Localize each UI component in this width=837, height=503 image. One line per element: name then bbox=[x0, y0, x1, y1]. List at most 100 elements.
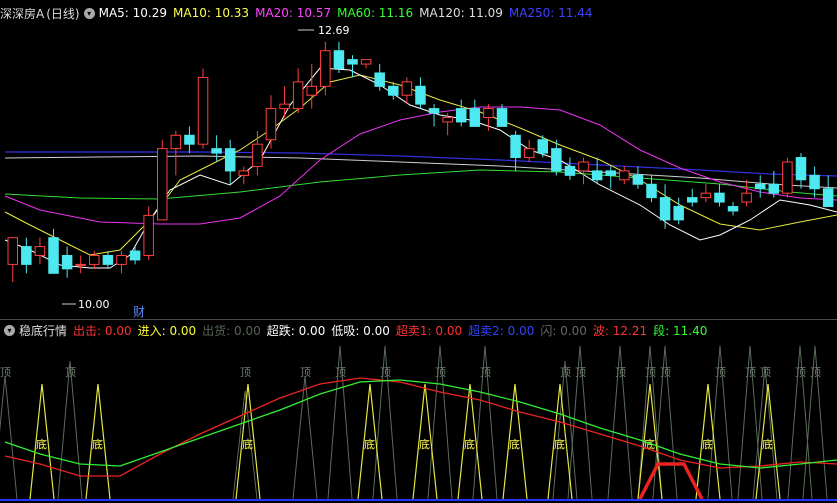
top-label: 顶 bbox=[745, 366, 756, 379]
candle-body[interactable] bbox=[156, 148, 168, 221]
candle-body[interactable] bbox=[360, 59, 372, 65]
candle-body[interactable] bbox=[401, 81, 413, 96]
ma20-line bbox=[4, 106, 837, 225]
candle-body[interactable] bbox=[320, 50, 331, 87]
candle-body[interactable] bbox=[279, 103, 290, 110]
top-label: 顶 bbox=[435, 366, 446, 379]
candle-body[interactable] bbox=[754, 183, 766, 190]
top-label: 顶 bbox=[645, 366, 656, 379]
candle-body[interactable] bbox=[822, 188, 834, 208]
candle-body[interactable] bbox=[659, 197, 671, 221]
candle-body[interactable] bbox=[551, 148, 562, 172]
candle-body[interactable] bbox=[619, 170, 630, 181]
high-price-label: 12.69 bbox=[318, 24, 350, 37]
candle-body[interactable] bbox=[768, 183, 780, 194]
candle-body[interactable] bbox=[537, 139, 549, 154]
ma250-line bbox=[5, 151, 837, 177]
candle-body[interactable] bbox=[496, 108, 508, 127]
candle-body[interactable] bbox=[170, 134, 182, 150]
candle-body[interactable] bbox=[116, 254, 127, 265]
candle-body[interactable] bbox=[687, 197, 698, 203]
candle-body[interactable] bbox=[741, 192, 752, 203]
candle-body[interactable] bbox=[564, 165, 576, 176]
candle-body[interactable] bbox=[415, 85, 426, 105]
candle-body[interactable] bbox=[89, 254, 100, 265]
candle-body[interactable] bbox=[510, 134, 521, 159]
candle-body[interactable] bbox=[347, 59, 358, 65]
candle-body[interactable] bbox=[809, 174, 820, 190]
top-label: 顶 bbox=[480, 366, 491, 379]
top-label: 顶 bbox=[335, 366, 346, 379]
candle-body[interactable] bbox=[483, 108, 494, 118]
top-label: 顶 bbox=[300, 366, 311, 379]
top-label: 顶 bbox=[380, 366, 391, 379]
candle-body[interactable] bbox=[211, 148, 222, 154]
bottom-label: 底 bbox=[364, 437, 375, 451]
candle-body[interactable] bbox=[48, 237, 59, 274]
sub-settings-icon[interactable]: ▾ bbox=[4, 324, 15, 336]
candles-group bbox=[7, 41, 834, 283]
bottom-label: 底 bbox=[92, 437, 103, 451]
candlestick-chart[interactable]: 12.69 10.00 财 bbox=[0, 0, 837, 318]
spikes-group: 顶顶顶顶顶顶顶顶顶顶顶顶顶顶顶顶顶顶底底底底底底底底底底底 bbox=[0, 345, 828, 500]
candle-body[interactable] bbox=[469, 108, 481, 127]
candle-body[interactable] bbox=[388, 85, 399, 96]
candle-body[interactable] bbox=[632, 174, 644, 185]
candle-body[interactable] bbox=[75, 263, 86, 266]
panel-divider bbox=[0, 319, 837, 320]
top-label: 顶 bbox=[715, 366, 726, 379]
candle-body[interactable] bbox=[333, 50, 345, 70]
candle-body[interactable] bbox=[143, 214, 154, 256]
candle-body[interactable] bbox=[646, 183, 657, 199]
low-price-marker: 10.00 bbox=[62, 298, 110, 311]
bottom-label: 底 bbox=[554, 437, 565, 451]
candle-body[interactable] bbox=[442, 116, 453, 123]
candle-body[interactable] bbox=[605, 170, 616, 176]
candle-body[interactable] bbox=[252, 143, 263, 167]
top-label: 顶 bbox=[240, 366, 251, 379]
flag-shape bbox=[638, 462, 704, 500]
candle-body[interactable] bbox=[61, 254, 73, 270]
bottom-label: 底 bbox=[464, 437, 475, 451]
candle-body[interactable] bbox=[7, 237, 19, 265]
event-marker[interactable]: 财 bbox=[133, 305, 145, 318]
candle-body[interactable] bbox=[727, 206, 739, 212]
bottom-label: 底 bbox=[36, 437, 47, 451]
bottom-label: 底 bbox=[702, 437, 713, 451]
candle-body[interactable] bbox=[102, 254, 114, 265]
top-label: 顶 bbox=[0, 366, 11, 379]
candle-body[interactable] bbox=[455, 108, 467, 123]
candle-body[interactable] bbox=[578, 161, 589, 172]
low-price-label: 10.00 bbox=[78, 298, 110, 311]
candle-body[interactable] bbox=[782, 161, 793, 194]
candle-body[interactable] bbox=[129, 250, 141, 261]
candle-body[interactable] bbox=[34, 246, 46, 256]
candle-body[interactable] bbox=[306, 85, 317, 96]
candle-body[interactable] bbox=[374, 72, 385, 87]
candle-body[interactable] bbox=[21, 246, 32, 265]
candle-body[interactable] bbox=[184, 134, 195, 145]
candle-body[interactable] bbox=[523, 148, 535, 159]
indicator-chart[interactable]: 顶顶顶顶顶顶顶顶顶顶顶顶顶顶顶顶顶顶底底底底底底底底底底底 bbox=[0, 336, 837, 503]
candle-body[interactable] bbox=[265, 108, 277, 141]
candle-body[interactable] bbox=[428, 108, 440, 114]
candle-body[interactable] bbox=[238, 170, 250, 176]
bottom-label: 底 bbox=[762, 437, 773, 451]
top-label: 顶 bbox=[660, 366, 671, 379]
candle-body[interactable] bbox=[224, 148, 236, 172]
candle-body[interactable] bbox=[292, 81, 304, 110]
candle-body[interactable] bbox=[673, 206, 684, 221]
candle-body[interactable] bbox=[700, 192, 712, 199]
top-spike bbox=[0, 375, 18, 500]
ma60-line bbox=[4, 169, 837, 200]
top-label: 顶 bbox=[575, 366, 586, 379]
candle-body[interactable] bbox=[591, 170, 603, 181]
top-label: 顶 bbox=[760, 366, 771, 379]
candle-body[interactable] bbox=[714, 192, 725, 203]
top-label: 顶 bbox=[560, 366, 571, 379]
bottom-label: 底 bbox=[242, 437, 253, 451]
candle-body[interactable] bbox=[197, 76, 209, 145]
candle-body[interactable] bbox=[795, 157, 807, 181]
top-label: 顶 bbox=[615, 366, 626, 379]
high-price-marker: 12.69 bbox=[298, 24, 350, 37]
